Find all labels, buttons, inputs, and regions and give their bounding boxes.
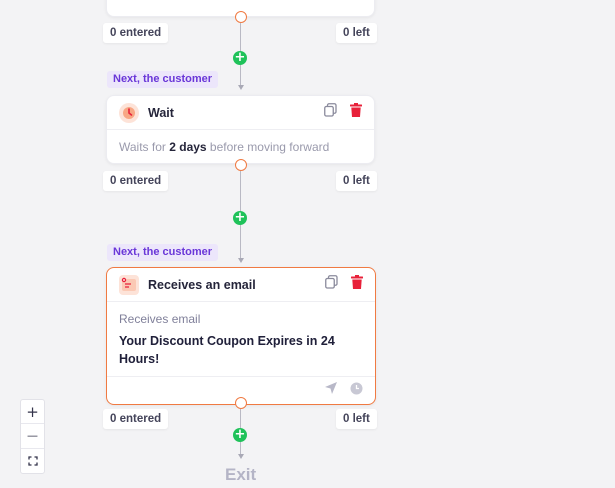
wait-duration: 2 days <box>169 140 207 154</box>
exit-label: Exit <box>225 465 257 484</box>
journey-canvas[interactable]: 0 entered 0 left + Next, the customer Wa… <box>0 0 615 488</box>
add-step-button[interactable]: + <box>233 211 247 225</box>
duplicate-icon[interactable] <box>324 103 337 122</box>
wait-node-output-port[interactable] <box>235 159 247 171</box>
delete-icon[interactable] <box>350 103 362 122</box>
add-step-button[interactable]: + <box>233 428 247 442</box>
duplicate-icon[interactable] <box>325 275 338 294</box>
wait-node-header: Wait <box>107 96 374 130</box>
email-node-card[interactable]: Receives an email Receives email Your Di… <box>106 267 376 405</box>
connector-arrow <box>237 85 244 90</box>
wait-node-left-count: 0 left <box>336 171 377 191</box>
fit-view-button[interactable] <box>21 449 44 473</box>
top-node-entered-count: 0 entered <box>103 23 169 43</box>
add-step-button[interactable]: + <box>233 51 247 65</box>
next-customer-label: Next, the customer <box>107 244 219 261</box>
send-icon[interactable] <box>324 381 338 400</box>
send-icon <box>323 0 337 5</box>
zoom-out-button[interactable]: — <box>21 424 44 449</box>
email-node-output-port[interactable] <box>235 397 247 409</box>
delete-icon[interactable] <box>351 275 363 294</box>
clock-icon <box>349 0 362 5</box>
wait-body-suffix: before moving forward <box>206 140 330 154</box>
connector-arrow <box>237 454 244 459</box>
zoom-in-button[interactable]: + <box>21 400 44 425</box>
wait-node-entered-count: 0 entered <box>103 171 169 191</box>
fit-view-icon <box>27 452 38 470</box>
email-subject: Your Discount Coupon Expires in 24 Hours… <box>119 334 335 366</box>
zoom-controls: + — <box>20 399 45 474</box>
next-customer-label: Next, the customer <box>107 71 219 88</box>
email-node-entered-count: 0 entered <box>103 409 169 429</box>
email-node-left-count: 0 left <box>336 409 377 429</box>
email-icon <box>119 274 139 295</box>
email-body-label: Receives email <box>119 312 201 326</box>
timer-icon <box>119 102 139 123</box>
top-node-left-count: 0 left <box>336 23 377 43</box>
wait-node-title: Wait <box>148 105 174 120</box>
top-node-output-port[interactable] <box>235 11 247 23</box>
connector-arrow <box>237 258 244 263</box>
wait-body-prefix: Waits for <box>119 140 170 154</box>
clock-icon[interactable] <box>350 382 363 400</box>
email-node-title: Receives an email <box>148 277 256 292</box>
wait-node-card[interactable]: Wait Waits for 2 days before moving forw… <box>106 95 375 164</box>
email-node-header: Receives an email <box>107 268 375 302</box>
email-node-body: Receives email Your Discount Coupon Expi… <box>107 302 375 378</box>
